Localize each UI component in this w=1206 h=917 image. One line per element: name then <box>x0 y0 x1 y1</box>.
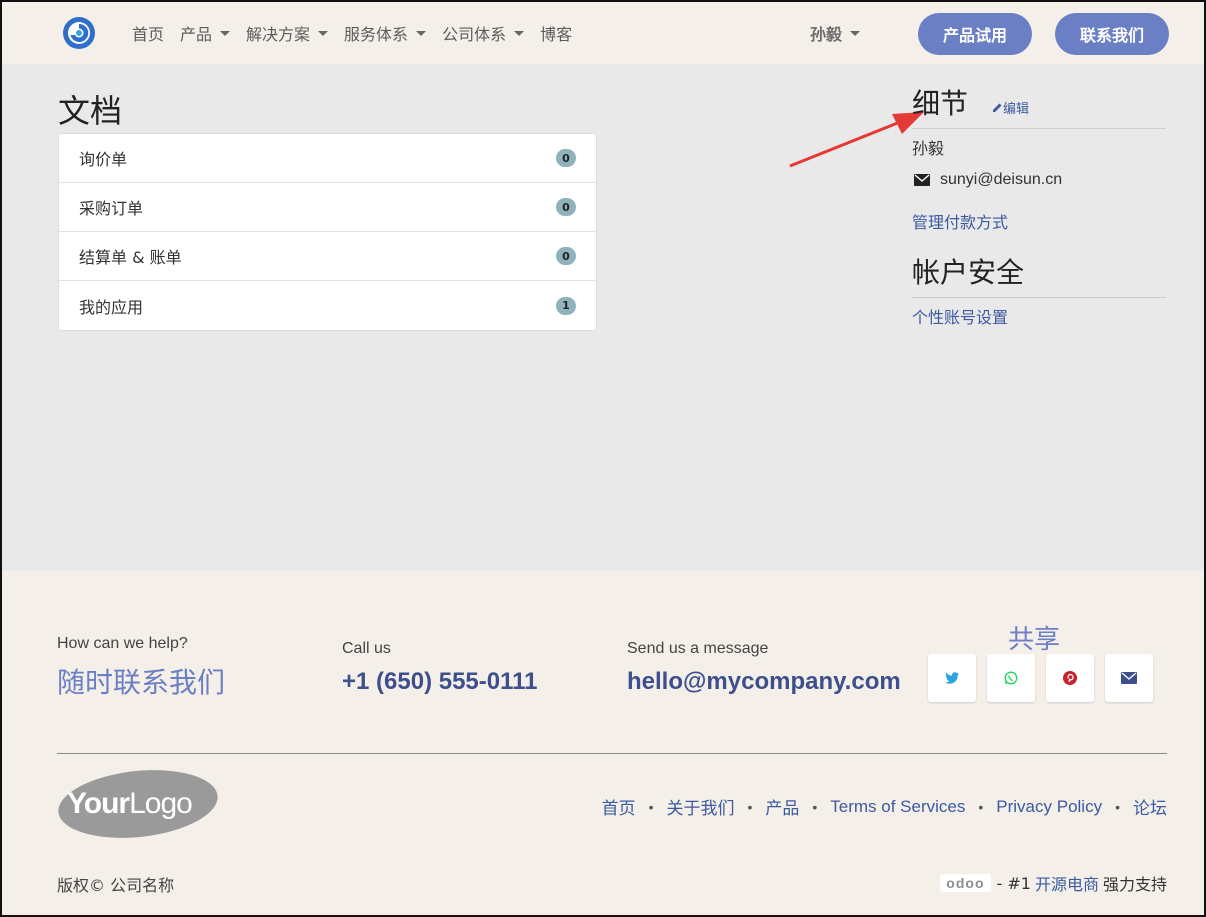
nav-item-products[interactable]: 产品 <box>180 21 231 45</box>
footer-links: 首页 • 关于我们 • 产品 • Terms of Services • Privacy… <box>602 794 1167 819</box>
details-panel: 细节 编辑 孙毅 sunyi@deisun.cn 管理付款方式 帐户安全 个性账… <box>912 82 1166 328</box>
count-badge: 0 <box>556 198 576 216</box>
main-content: 文档 询价单 0 采购订单 0 结算单 & 账单 0 我的应用 1 细节 编辑 … <box>2 64 1204 571</box>
envelope-icon <box>914 174 930 186</box>
user-menu[interactable]: 孙毅 <box>810 2 861 64</box>
annotation-arrow-icon <box>789 112 924 168</box>
nav-label: 博客 <box>540 25 573 44</box>
trial-button[interactable]: 产品试用 <box>918 13 1032 55</box>
list-item-label: 我的应用 <box>79 297 144 317</box>
footer-call: Call us +1 (650) 555-0111 <box>342 640 538 696</box>
caret-down-icon <box>220 30 231 36</box>
footer-message: Send us a message hello@mycompany.com <box>627 640 901 696</box>
separator-dot: • <box>812 798 818 815</box>
footer-help: How can we help? 随时联系我们 <box>57 635 225 701</box>
separator-dot: • <box>747 798 753 815</box>
main-nav: 首页 产品 解决方案 服务体系 公司体系 博客 <box>132 2 588 64</box>
powered-suffix: 强力支持 <box>1102 875 1167 894</box>
nav-item-blog[interactable]: 博客 <box>540 21 572 45</box>
copyright-text: 版权© 公司名称 <box>57 876 175 895</box>
list-item-label: 询价单 <box>79 150 128 169</box>
documents-list: 询价单 0 采购订单 0 结算单 & 账单 0 我的应用 1 <box>58 133 597 331</box>
separator-dot: • <box>1115 798 1120 815</box>
nav-label: 首页 <box>132 25 165 44</box>
security-section: 帐户安全 个性账号设置 <box>912 251 1166 328</box>
separator-dot: • <box>978 798 984 815</box>
nav-label: 解决方案 <box>246 25 311 44</box>
account-settings-link[interactable]: 个性账号设置 <box>912 304 1166 328</box>
count-badge: 0 <box>556 149 576 167</box>
powered-by: odoo - #1 开源电商 强力支持 <box>940 871 1167 895</box>
footer-divider <box>57 753 1167 754</box>
list-item-invoices[interactable]: 结算单 & 账单 0 <box>59 232 596 281</box>
user-name: 孙毅 <box>810 25 843 44</box>
footer-link-terms[interactable]: Terms of Services <box>830 797 965 817</box>
nav-label: 产品 <box>180 25 213 44</box>
pinterest-icon <box>1063 671 1077 685</box>
share-email-button[interactable] <box>1105 654 1153 702</box>
documents-title: 文档 <box>58 92 123 130</box>
caret-down-icon <box>514 30 525 36</box>
caret-down-icon <box>318 30 329 36</box>
whatsapp-icon <box>1004 671 1018 685</box>
footer-link-forum[interactable]: 论坛 <box>1133 794 1167 819</box>
message-label: Send us a message <box>627 640 769 657</box>
list-item-my-apps[interactable]: 我的应用 1 <box>59 281 596 330</box>
footer-link-home[interactable]: 首页 <box>602 794 636 819</box>
nav-label: 服务体系 <box>344 25 409 44</box>
edit-link[interactable]: 编辑 <box>992 98 1029 117</box>
contact-email[interactable]: hello@mycompany.com <box>627 668 901 696</box>
share-whatsapp-button[interactable] <box>987 654 1035 702</box>
powered-prefix: - #1 <box>996 873 1031 893</box>
footer-link-privacy[interactable]: Privacy Policy <box>996 797 1102 817</box>
top-navbar: 首页 产品 解决方案 服务体系 公司体系 博客 孙毅 产品试用 联系我们 <box>2 2 1204 64</box>
list-item-purchase-orders[interactable]: 采购订单 0 <box>59 183 596 232</box>
list-item-label: 采购订单 <box>79 199 144 218</box>
list-item-quotations[interactable]: 询价单 0 <box>59 134 596 183</box>
envelope-icon <box>1121 672 1137 684</box>
detail-name: 孙毅 <box>912 139 945 158</box>
caret-down-icon <box>416 30 427 36</box>
twitter-icon <box>945 672 959 684</box>
share-title: 共享 <box>1008 625 1061 655</box>
odoo-logo[interactable]: odoo <box>940 874 991 892</box>
share-pinterest-button[interactable] <box>1046 654 1094 702</box>
share-twitter-button[interactable] <box>928 654 976 702</box>
ecommerce-link[interactable]: 开源电商 <box>1035 871 1099 895</box>
nav-item-company[interactable]: 公司体系 <box>442 21 525 45</box>
count-badge: 1 <box>556 296 576 315</box>
company-logo-icon[interactable] <box>62 16 96 50</box>
details-header: 细节 编辑 <box>912 82 1166 129</box>
list-item-label: 结算单 & 账单 <box>79 248 182 267</box>
phone-number[interactable]: +1 (650) 555-0111 <box>342 668 538 696</box>
security-header: 帐户安全 <box>912 251 1166 298</box>
your-logo-image[interactable]: YourLogo <box>57 769 219 839</box>
edit-label: 编辑 <box>1003 102 1030 117</box>
svg-text:YourLogo: YourLogo <box>67 787 192 820</box>
nav-label: 公司体系 <box>442 25 507 44</box>
details-title: 细节 <box>912 87 969 120</box>
nav-item-solutions[interactable]: 解决方案 <box>246 21 329 45</box>
separator-dot: • <box>648 798 654 815</box>
footer: How can we help? 随时联系我们 Call us +1 (650)… <box>2 571 1204 915</box>
share-buttons <box>928 654 1164 702</box>
security-title: 帐户安全 <box>912 256 1025 289</box>
manage-payment-link[interactable]: 管理付款方式 <box>912 209 1166 233</box>
footer-link-about[interactable]: 关于我们 <box>666 794 734 819</box>
count-badge: 0 <box>556 247 576 265</box>
call-label: Call us <box>342 640 391 657</box>
detail-email: sunyi@deisun.cn <box>940 171 1063 188</box>
detail-email-row: sunyi@deisun.cn <box>912 171 1166 189</box>
footer-link-products[interactable]: 产品 <box>765 794 799 819</box>
pencil-icon <box>993 103 1002 112</box>
nav-item-services[interactable]: 服务体系 <box>344 21 427 45</box>
nav-item-home[interactable]: 首页 <box>132 21 164 45</box>
contact-us-button[interactable]: 联系我们 <box>1055 13 1169 55</box>
help-title[interactable]: 随时联系我们 <box>57 661 225 701</box>
help-prompt: How can we help? <box>57 635 188 652</box>
caret-down-icon <box>850 30 861 36</box>
